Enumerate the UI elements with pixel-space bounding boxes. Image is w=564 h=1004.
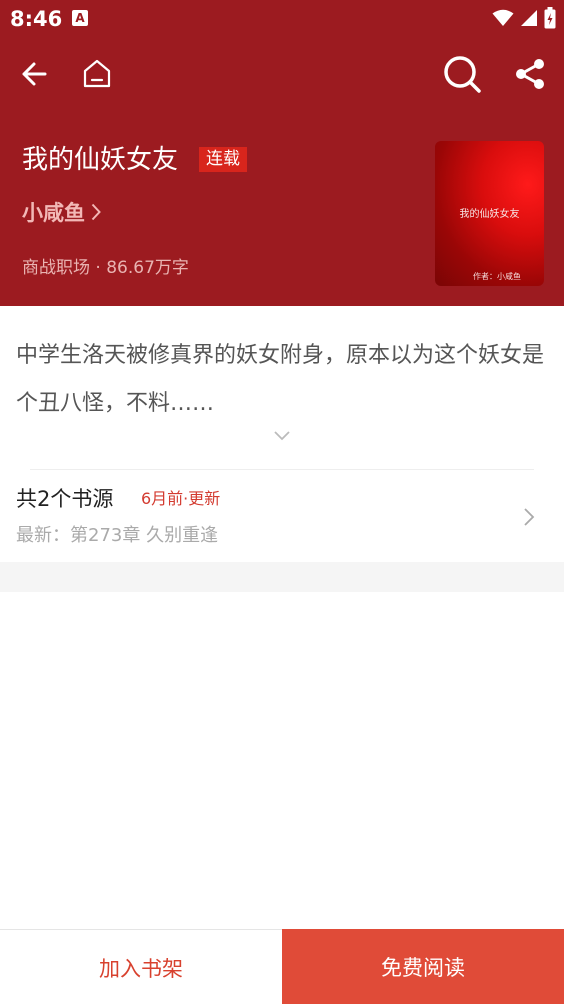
battery-icon [544,7,556,29]
status-bar: 8:46 A [0,0,564,36]
book-cover[interactable]: 我的仙妖女友 作者：小咸鱼 [435,141,544,286]
search-icon [444,56,481,93]
source-updated: 6月前·更新 [141,489,221,508]
share-button[interactable] [508,52,552,96]
source-count: 共2个书源 [16,487,114,511]
notification-icon: A [72,10,88,26]
share-icon [516,59,544,89]
author-link[interactable]: 小咸鱼 [22,198,101,226]
chevron-right-icon [522,506,536,528]
signal-icon [521,10,537,26]
wifi-icon [492,9,514,26]
search-button[interactable] [440,52,484,96]
synopsis-text[interactable]: 中学生洛天被修真界的妖女附身，原本以为这个妖女是个丑八怪，不料…… [16,332,548,428]
chevron-down-icon [274,431,290,441]
status-time: 8:46 [10,7,63,31]
book-meta: 商战职场 · 86.67万字 [22,258,189,278]
home-button[interactable] [75,52,119,96]
author-name: 小咸鱼 [22,201,85,225]
cover-title: 我的仙妖女友 [459,209,520,220]
add-to-shelf-button[interactable]: 加入书架 [0,930,282,1004]
book-header: 8:46 A 我的仙妖女友 连载 小咸鱼 商战职场 · 86.67万字 我的仙妖… [0,0,564,306]
section-separator [0,562,564,592]
free-read-button[interactable]: 免费阅读 [282,929,564,1004]
book-title: 我的仙妖女友 [22,145,179,175]
book-sources-row[interactable]: 共2个书源 6月前·更新 最新：第273章 久别重逢 [0,470,564,562]
back-button[interactable] [12,52,56,96]
home-icon [83,59,111,88]
cover-author: 作者：小咸鱼 [473,272,521,281]
bottom-action-bar: 加入书架 免费阅读 [0,929,564,1004]
latest-chapter: 最新：第273章 久别重逢 [16,525,219,546]
back-arrow-icon [22,62,47,86]
chevron-right-icon [91,203,101,221]
status-icons [492,6,556,30]
serial-status-badge: 连载 [199,147,247,172]
expand-synopsis-button[interactable] [272,428,292,442]
